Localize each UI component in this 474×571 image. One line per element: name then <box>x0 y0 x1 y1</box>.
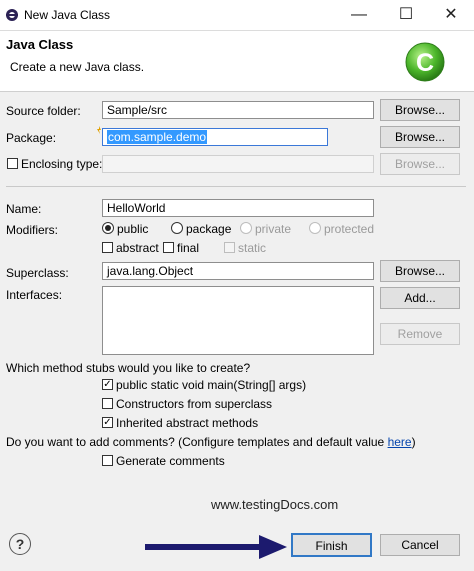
inherited-methods-checkbox[interactable]: ✓ <box>102 417 113 428</box>
enclosing-type-browse-button[interactable]: Browse... <box>380 153 460 175</box>
superclass-input[interactable]: java.lang.Object <box>102 262 374 280</box>
package-radio-label: package <box>186 222 232 236</box>
separator <box>6 186 466 187</box>
main-method-checkbox[interactable]: ✓ <box>102 379 113 390</box>
arrow-annotation-icon <box>145 535 287 559</box>
name-input[interactable]: HelloWorld <box>102 199 374 217</box>
source-folder-input[interactable]: Sample/src <box>102 101 374 119</box>
watermark-text: www.testingDocs.com <box>211 497 339 512</box>
source-folder-label: Source folder: <box>6 104 81 118</box>
name-label: Name: <box>6 202 42 216</box>
protected-radio[interactable] <box>309 222 321 234</box>
cancel-button[interactable]: Cancel <box>380 534 460 556</box>
package-selected-text: com.sample.demo <box>107 130 208 144</box>
finish-button[interactable]: Finish <box>291 533 372 557</box>
wizard-title: Java Class <box>6 37 74 52</box>
method-stubs-question: Which method stubs would you like to cre… <box>6 361 251 375</box>
main-method-label: public static void main(String[] args) <box>116 378 307 392</box>
final-checkbox[interactable] <box>163 242 174 253</box>
package-radio[interactable] <box>171 222 183 234</box>
minimize-button[interactable]: — <box>336 0 382 30</box>
java-class-icon: C <box>405 42 445 82</box>
maximize-button[interactable]: ☐ <box>383 0 429 30</box>
protected-radio-label: protected <box>324 222 375 236</box>
interfaces-list[interactable] <box>102 286 374 355</box>
superclass-label: Superclass: <box>6 266 69 280</box>
package-label: Package: <box>6 131 57 145</box>
configure-templates-link[interactable]: here <box>388 435 412 449</box>
window-title: New Java Class <box>24 8 111 22</box>
private-radio[interactable] <box>240 222 252 234</box>
static-checkbox[interactable] <box>224 242 235 253</box>
modifiers-label: Modifiers: <box>6 223 59 237</box>
public-radio[interactable] <box>102 222 114 234</box>
svg-text:C: C <box>416 49 434 77</box>
close-button[interactable]: ✕ <box>428 0 474 30</box>
public-radio-label: public <box>117 222 149 236</box>
wizard-header: Java Class Create a new Java class. C <box>0 31 474 92</box>
constructors-label: Constructors from superclass <box>116 397 273 411</box>
enclosing-type-input[interactable] <box>102 155 374 173</box>
help-icon[interactable]: ? <box>9 533 31 555</box>
final-checkbox-label: final <box>177 241 200 255</box>
package-browse-button[interactable]: Browse... <box>380 126 460 148</box>
eclipse-icon <box>6 9 18 21</box>
interfaces-add-button[interactable]: Add... <box>380 287 460 309</box>
constructors-checkbox[interactable] <box>102 398 113 409</box>
title-bar: New Java Class — ☐ ✕ <box>0 0 474 31</box>
abstract-checkbox[interactable] <box>102 242 113 253</box>
enclosing-type-label: Enclosing type: <box>21 157 103 171</box>
wizard-subtitle: Create a new Java class. <box>10 60 145 74</box>
private-radio-label: private <box>255 222 292 236</box>
interfaces-remove-button[interactable]: Remove <box>380 323 460 345</box>
package-input[interactable]: com.sample.demo <box>102 128 328 146</box>
comments-question: Do you want to add comments? (Configure … <box>6 435 416 449</box>
inherited-methods-label: Inherited abstract methods <box>116 416 259 430</box>
generate-comments-label: Generate comments <box>116 454 225 468</box>
enclosing-type-checkbox[interactable] <box>7 158 18 169</box>
superclass-browse-button[interactable]: Browse... <box>380 260 460 282</box>
abstract-checkbox-label: abstract <box>116 241 159 255</box>
generate-comments-checkbox[interactable] <box>102 455 113 466</box>
interfaces-label: Interfaces: <box>6 288 63 302</box>
static-checkbox-label: static <box>238 241 267 255</box>
source-folder-browse-button[interactable]: Browse... <box>380 99 460 121</box>
